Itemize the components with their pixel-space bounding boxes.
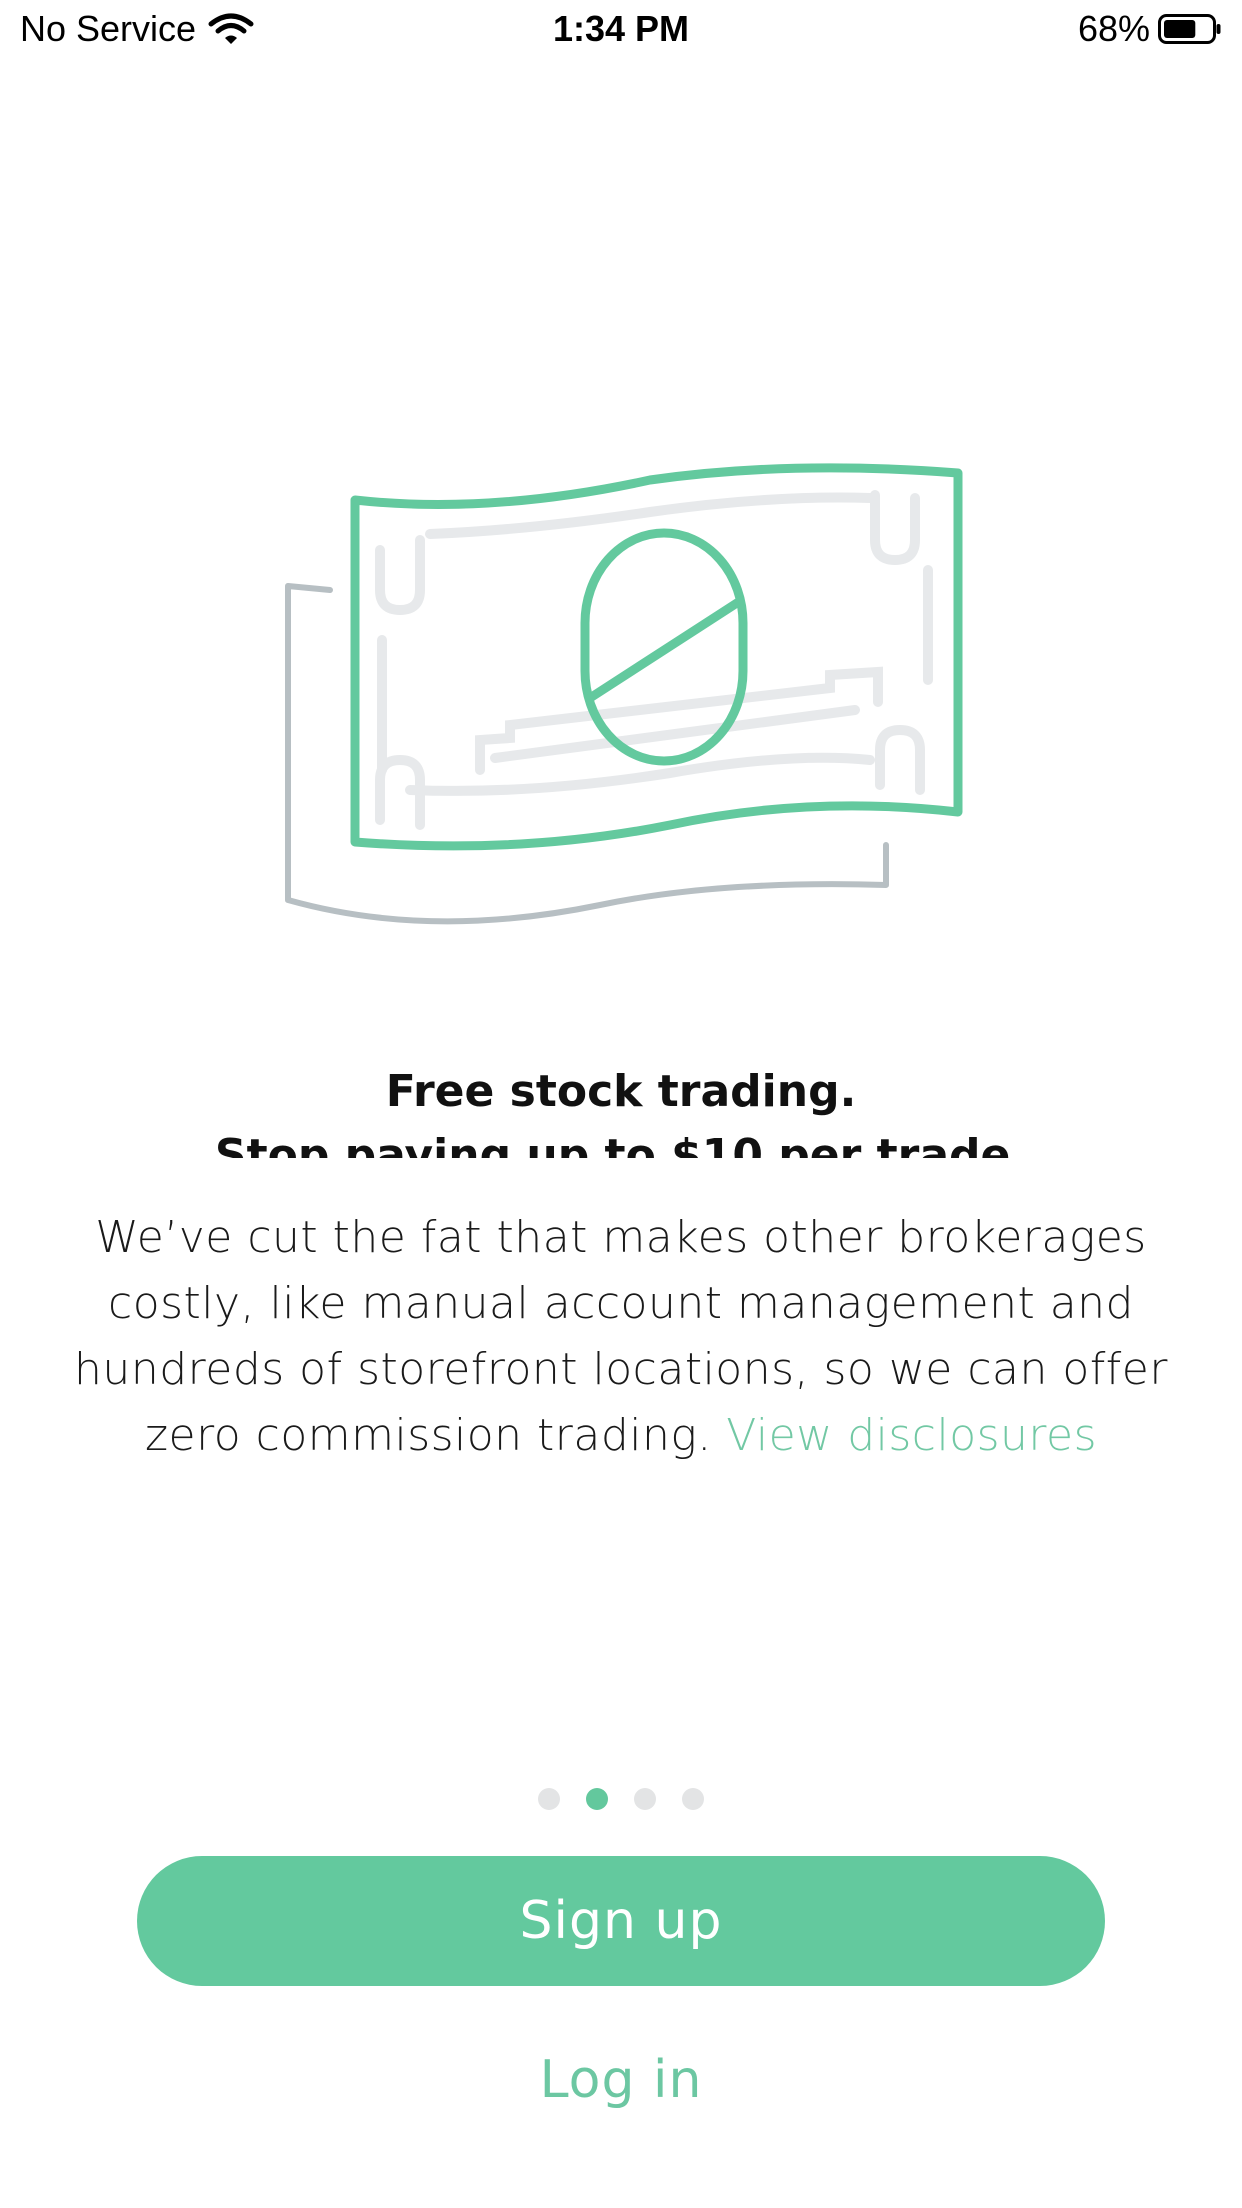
battery-icon xyxy=(1158,14,1221,44)
status-right: 68% xyxy=(1078,8,1222,50)
page-indicator xyxy=(0,1788,1242,1810)
dollar-bill-illustration xyxy=(285,463,963,925)
log-in-button[interactable]: Log in xyxy=(421,2040,821,2120)
view-disclosures-link[interactable]: View disclosures xyxy=(726,1410,1097,1461)
headline-title: Free stock trading. xyxy=(385,1066,857,1117)
page-dot[interactable] xyxy=(682,1788,704,1810)
page-dot[interactable] xyxy=(634,1788,656,1810)
sign-up-button[interactable]: Sign up xyxy=(137,1856,1105,1986)
headline-block: Free stock trading. Stop paying up to $1… xyxy=(0,1060,1242,1158)
onboarding-description: We’ve cut the fat that makes other broke… xyxy=(60,1205,1182,1469)
page-dot[interactable] xyxy=(538,1788,560,1810)
page-dot[interactable] xyxy=(586,1788,608,1810)
headline-subtitle: Stop paying up to $10 per trade. xyxy=(214,1130,1028,1158)
battery-percent: 68% xyxy=(1077,8,1150,49)
status-time: 1:34 PM xyxy=(552,8,690,49)
status-bar: No Service 1:34 PM 68% xyxy=(0,0,1242,64)
